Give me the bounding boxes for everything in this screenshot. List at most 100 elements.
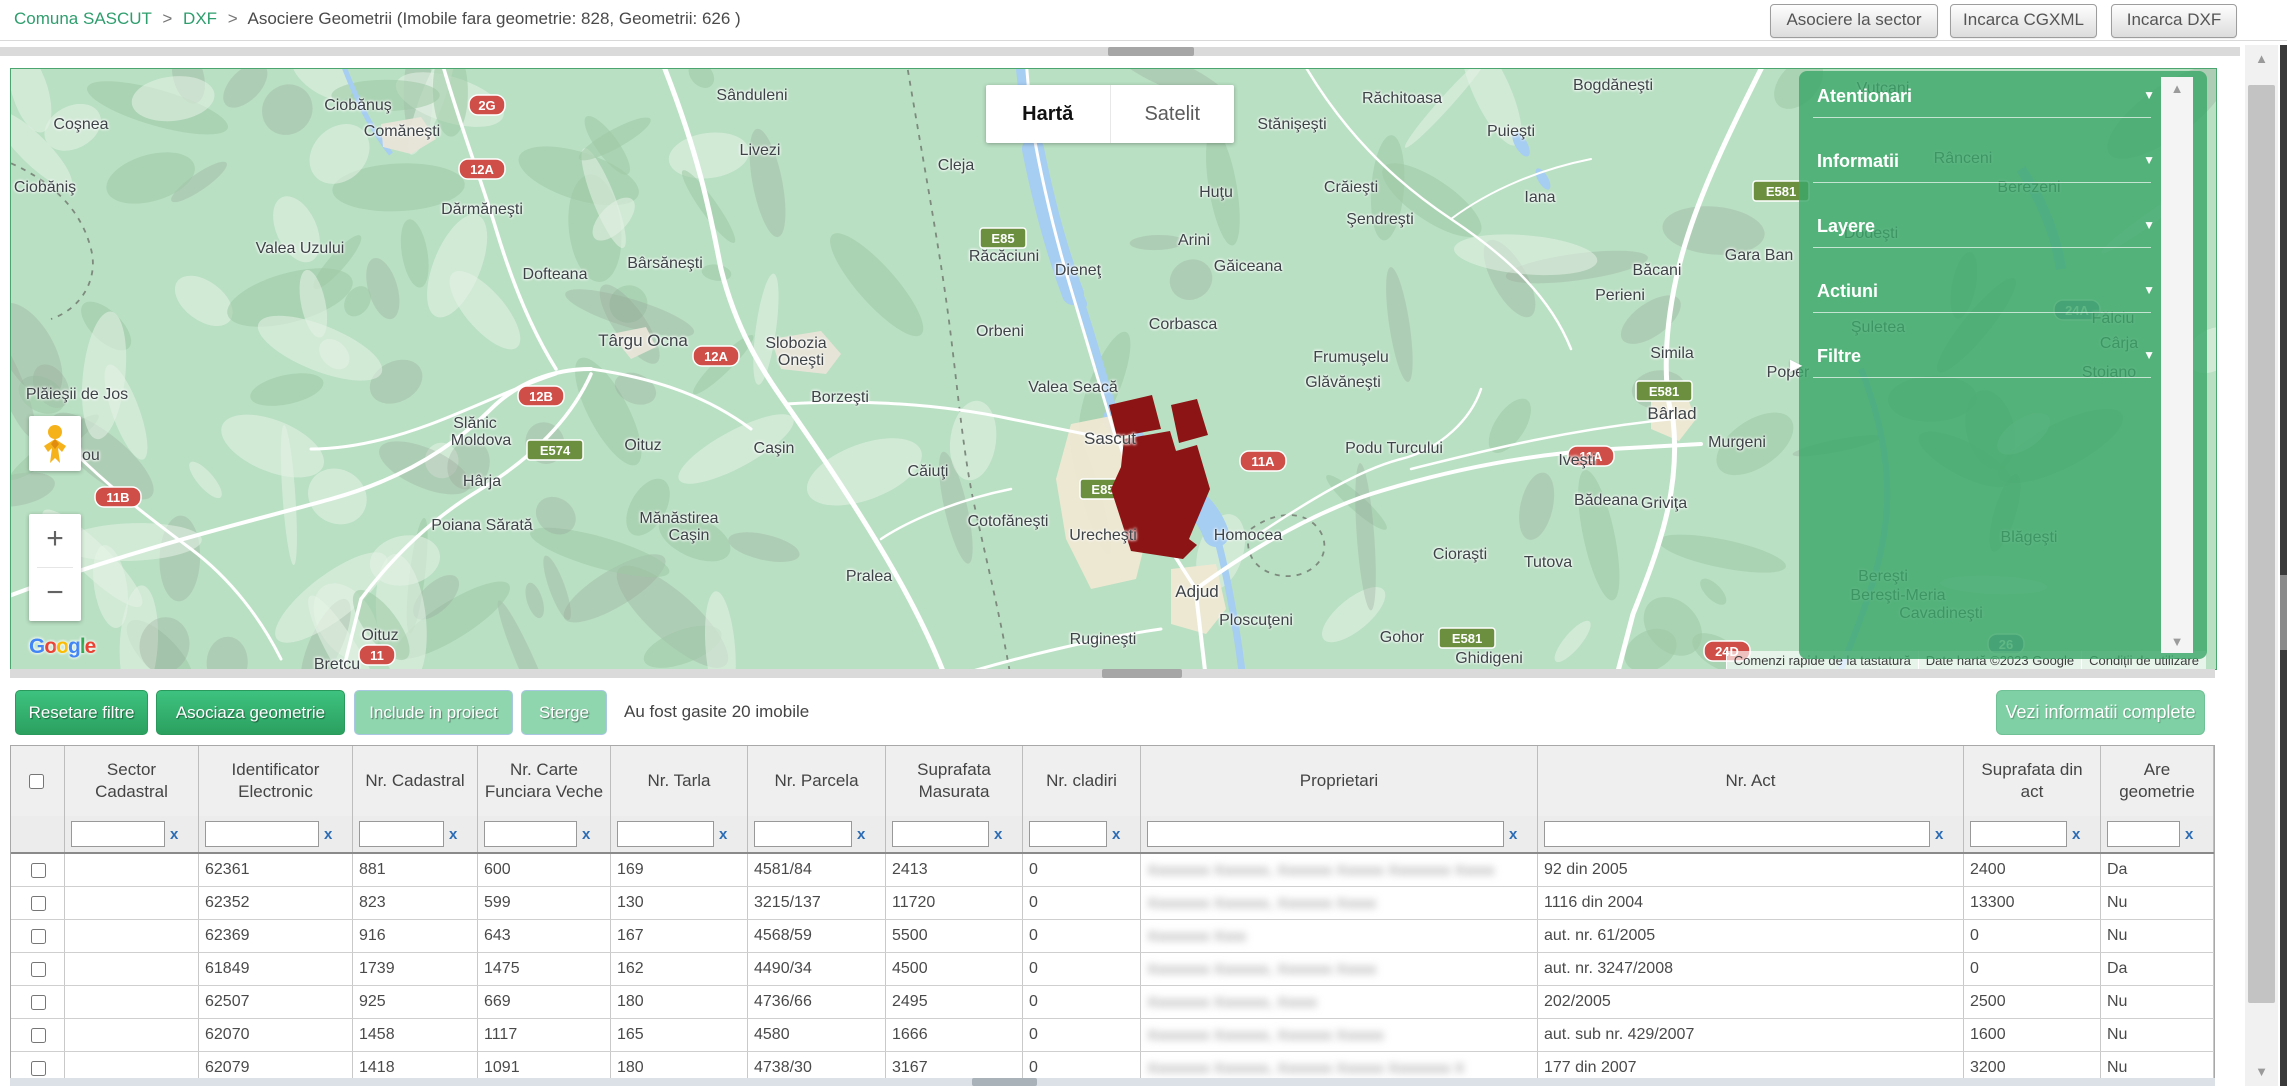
row-checkbox[interactable]	[31, 896, 46, 911]
top-horizontal-scrollbar-thumb[interactable]	[1108, 47, 1194, 56]
incarca-dxf-button[interactable]: Incarca DXF	[2111, 4, 2237, 38]
panel-section-filtre[interactable]: Filtre	[1817, 346, 1861, 367]
table-row[interactable]: 6207014581117165458016660Xxxxxxxx Xxxxxx…	[11, 1019, 2214, 1052]
table-row[interactable]: 623699166431674568/5955000Xxxxxxxx Xxxxa…	[11, 920, 2214, 953]
panel-separator	[1813, 182, 2151, 183]
filter-clear-button[interactable]: x	[857, 826, 865, 843]
svg-text:11A: 11A	[1251, 454, 1275, 469]
page-scrollbar-thumb[interactable]	[2248, 85, 2275, 1003]
row-checkbox[interactable]	[31, 995, 46, 1010]
chevron-down-icon[interactable]: ▼	[2143, 88, 2155, 102]
table-row[interactable]: 623618816001694581/8424130Xxxxxxxx Xxxxx…	[11, 854, 2214, 887]
table-row[interactable]: 61849173914751624490/3445000Xxxxxxxx Xxx…	[11, 953, 2214, 986]
filter-clear-button[interactable]: x	[449, 826, 457, 843]
filter-clear-button[interactable]: x	[1935, 826, 1943, 843]
filter-clear-button[interactable]: x	[582, 826, 590, 843]
map-horizontal-scrollbar[interactable]	[10, 669, 2215, 678]
filter-input-col9[interactable]	[1147, 821, 1504, 847]
breadcrumb-link-comuna[interactable]: Comuna SASCUT	[14, 9, 152, 28]
selected-parcels-polygon[interactable]	[1171, 399, 1208, 443]
column-header: Proprietari	[1141, 746, 1538, 816]
panel-section-atentionari[interactable]: Atentionari	[1817, 86, 1912, 107]
row-select-cell	[11, 920, 65, 952]
top-horizontal-scrollbar[interactable]	[0, 47, 2240, 56]
filter-input-col12[interactable]	[2107, 821, 2180, 847]
pegman-control[interactable]	[29, 416, 81, 471]
filter-input-col7[interactable]	[892, 821, 989, 847]
filter-clear-button[interactable]: x	[170, 826, 178, 843]
asociaza-geometrie-button[interactable]: Asociaza geometrie	[156, 690, 345, 735]
filter-input-col4[interactable]	[484, 821, 577, 847]
breadcrumb-separator: >	[228, 9, 238, 28]
table-cell: 600	[478, 854, 611, 886]
vezi-informatii-complete-button[interactable]: Vezi informatii complete	[1996, 690, 2205, 735]
resetare-filtre-button[interactable]: Resetare filtre	[15, 690, 148, 735]
map-type-satelit-tab[interactable]: Satelit	[1110, 85, 1235, 143]
road-badge-11B: 11B	[95, 487, 141, 507]
table-row[interactable]: 623528235991303215/137117200Xxxxxxxx Xxx…	[11, 887, 2214, 920]
scroll-up-icon[interactable]: ▲	[2245, 49, 2278, 69]
filter-input-col11[interactable]	[1970, 821, 2067, 847]
filter-clear-button[interactable]: x	[994, 826, 1002, 843]
panel-scrollbar[interactable]: ▲ ▼	[2161, 77, 2193, 653]
row-checkbox[interactable]	[31, 863, 46, 878]
filter-input-col2[interactable]	[205, 821, 319, 847]
table-cell	[65, 887, 199, 919]
scroll-up-icon[interactable]: ▲	[2161, 81, 2193, 96]
filter-clear-button[interactable]: x	[1509, 826, 1517, 843]
table-cell: 162	[611, 953, 748, 985]
select-all-cell	[11, 746, 65, 816]
filter-clear-button[interactable]: x	[719, 826, 727, 843]
filter-clear-button[interactable]: x	[324, 826, 332, 843]
panel-section-actiuni[interactable]: Actiuni	[1817, 281, 1878, 302]
filter-clear-button[interactable]: x	[1112, 826, 1120, 843]
table-cell: 0	[1023, 986, 1141, 1018]
panel-section-layere[interactable]: Layere	[1817, 216, 1875, 237]
filter-input-col8[interactable]	[1029, 821, 1107, 847]
table-row[interactable]: 625079256691804736/6624950Xxxxxxxx Xxxxx…	[11, 986, 2214, 1019]
page-vertical-scrollbar[interactable]: ▲ ▼	[2245, 45, 2278, 1086]
table-horizontal-scrollbar[interactable]	[10, 1078, 2215, 1086]
column-header: Nr. Act	[1538, 746, 1964, 816]
map-type-harta-tab[interactable]: Hartă	[986, 85, 1110, 143]
panel-section-informatii[interactable]: Informatii	[1817, 151, 1899, 172]
table-horizontal-scrollbar-thumb[interactable]	[972, 1078, 1037, 1086]
asociere-la-sector-button[interactable]: Asociere la sector	[1770, 4, 1938, 38]
filter-input-col10[interactable]	[1544, 821, 1930, 847]
road-badge-11A: 11A	[1568, 446, 1614, 466]
row-checkbox[interactable]	[31, 962, 46, 977]
table-header-row: Sector CadastralIdentificator Electronic…	[11, 746, 2214, 816]
selected-parcels-polygon[interactable]	[1109, 395, 1161, 437]
chevron-down-icon[interactable]: ▼	[2143, 153, 2155, 167]
select-all-checkbox[interactable]	[29, 774, 44, 789]
scroll-down-icon[interactable]: ▼	[2245, 1062, 2278, 1082]
chevron-down-icon[interactable]: ▼	[2143, 348, 2155, 362]
map-canvas[interactable]: E85E574E581E581E5812G12A12A12B11A11A11B1…	[10, 68, 2217, 670]
filter-input-col1[interactable]	[71, 821, 165, 847]
row-checkbox[interactable]	[31, 1028, 46, 1043]
filter-input-col6[interactable]	[754, 821, 852, 847]
filter-input-col5[interactable]	[617, 821, 714, 847]
chevron-down-icon[interactable]: ▼	[2143, 218, 2155, 232]
breadcrumb-link-dxf[interactable]: DXF	[183, 9, 217, 28]
map-horizontal-scrollbar-thumb[interactable]	[1102, 669, 1182, 678]
filter-input-col3[interactable]	[359, 821, 444, 847]
row-checkbox[interactable]	[31, 1061, 46, 1076]
panel-collapse-icon[interactable]: ▶	[1790, 355, 1802, 375]
google-logo[interactable]: Google	[29, 635, 95, 659]
sterge-button[interactable]: Sterge	[521, 690, 607, 735]
header-bar: Comuna SASCUT > DXF > Asociere Geometrii…	[0, 0, 2287, 41]
filter-clear-button[interactable]: x	[2072, 826, 2080, 843]
table-cell	[65, 986, 199, 1018]
chevron-down-icon[interactable]: ▼	[2143, 283, 2155, 297]
table-cell: 4568/59	[748, 920, 886, 952]
zoom-out-button[interactable]: −	[29, 568, 81, 621]
incarca-cgxml-button[interactable]: Incarca CGXML	[1950, 4, 2097, 38]
scroll-down-icon[interactable]: ▼	[2161, 634, 2193, 649]
table-cell: aut. nr. 61/2005	[1538, 920, 1964, 952]
row-checkbox[interactable]	[31, 929, 46, 944]
breadcrumb-separator: >	[162, 9, 172, 28]
filter-clear-button[interactable]: x	[2185, 826, 2193, 843]
include-in-proiect-button[interactable]: Include in proiect	[354, 690, 513, 735]
zoom-in-button[interactable]: +	[29, 514, 81, 567]
